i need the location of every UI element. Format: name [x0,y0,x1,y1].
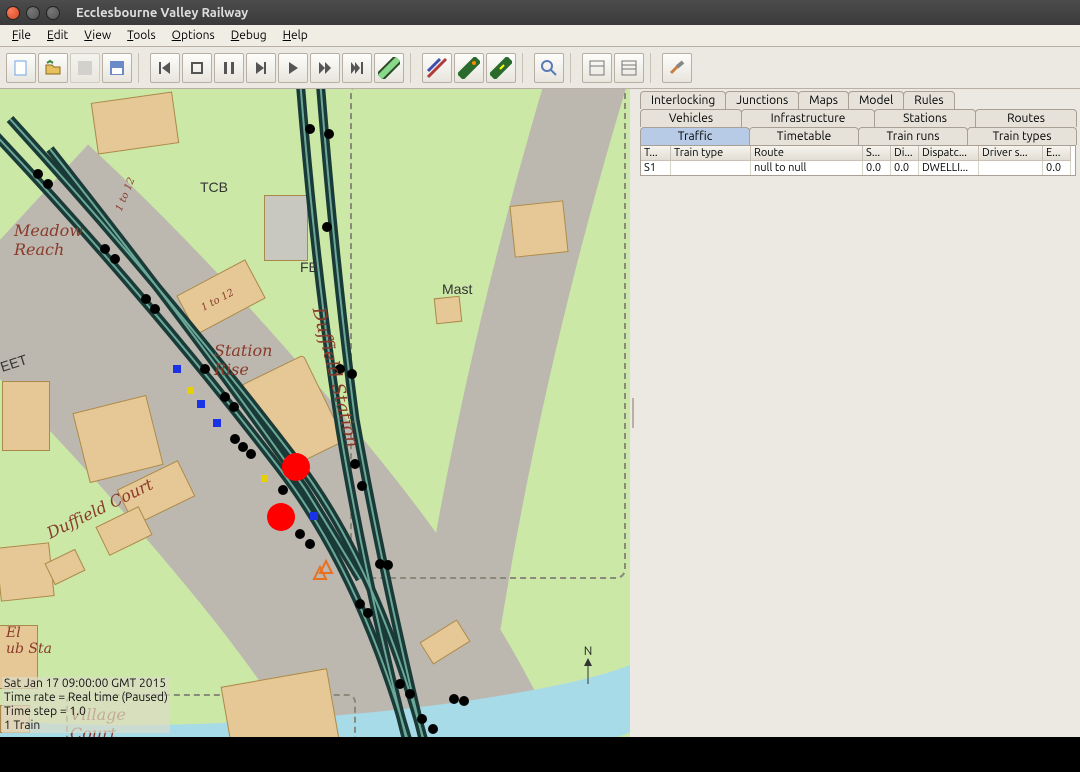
label-station-rise: Station Rise [214,341,272,379]
tab-rules[interactable]: Rules [903,91,954,109]
status-time: Sat Jan 17 09:00:00 GMT 2015 [4,677,168,691]
tab-row-2: Vehicles Infrastructure Stations Routes [636,109,1080,127]
close-icon[interactable] [6,6,20,20]
save-as-button[interactable] [102,53,132,83]
status-step: Time step = 1.0 [4,705,168,719]
bottom-bar [0,737,1080,772]
menu-debug[interactable]: Debug [223,27,275,44]
cell-e: 0.0 [1043,161,1071,175]
table-row[interactable]: S1 null to null 0.0 0.0 DWELLI... 0.0 [641,161,1075,175]
menubar: File Edit View Tools Options Debug Help [0,25,1080,47]
tab-row-1: Interlocking Junctions Maps Model Rules [636,91,1080,109]
tab-stations[interactable]: Stations [874,109,976,127]
panel-button-1[interactable] [582,53,612,83]
menu-edit[interactable]: Edit [39,27,76,44]
track-tool-2[interactable] [422,53,452,83]
tab-junctions[interactable]: Junctions [725,91,799,109]
label-el-sub: El ub Sta [6,625,52,657]
label-mast: Mast [442,281,472,297]
menu-options[interactable]: Options [164,27,223,44]
skip-start-button[interactable] [150,53,180,83]
cell-s: 0.0 [863,161,891,175]
compass: N [582,645,594,689]
tab-vehicles[interactable]: Vehicles [640,109,742,127]
tab-train-runs[interactable]: Train runs [858,127,968,145]
label-meadow-reach: Meadow Reach [14,221,83,259]
track-layer [0,89,630,737]
status-trains: 1 Train [4,719,168,733]
menu-tools[interactable]: Tools [119,27,164,44]
fast-forward-button[interactable] [310,53,340,83]
panel-button-2[interactable] [614,53,644,83]
open-button[interactable] [38,53,68,83]
tab-traffic[interactable]: Traffic [640,127,750,145]
tab-infrastructure[interactable]: Infrastructure [741,109,875,127]
tab-train-types[interactable]: Train types [967,127,1077,145]
titlebar: Ecclesbourne Valley Railway [0,0,1080,25]
tab-routes[interactable]: Routes [975,109,1077,127]
step-button[interactable] [246,53,276,83]
cell-di: 0.0 [891,161,919,175]
col-dispatch[interactable]: Dispatc... [919,146,979,161]
pause-button[interactable] [214,53,244,83]
side-panel: Interlocking Junctions Maps Model Rules … [636,89,1080,737]
status-rate: Time rate = Real time (Paused) [4,691,168,705]
window-title: Ecclesbourne Valley Railway [76,6,248,20]
settings-button[interactable] [662,53,692,83]
cell-route: null to null [751,161,863,175]
track-tool-4[interactable] [486,53,516,83]
traffic-table[interactable]: T... Train type Route S... Di... Dispatc… [640,145,1076,176]
cell-id: S1 [641,161,671,175]
tab-model[interactable]: Model [848,91,904,109]
menu-view[interactable]: View [76,27,119,44]
col-di[interactable]: Di... [891,146,919,161]
cell-dispatch: DWELLI... [919,161,979,175]
sim-status-overlay: Sat Jan 17 09:00:00 GMT 2015 Time rate =… [2,677,170,733]
skip-end-button[interactable] [342,53,372,83]
main-area: Meadow Reach Station Rise Duffield Stati… [0,89,1080,737]
tab-timetable[interactable]: Timetable [749,127,859,145]
cell-train-type [671,161,751,175]
new-button[interactable] [6,53,36,83]
col-s[interactable]: S... [863,146,891,161]
col-driver[interactable]: Driver s... [979,146,1043,161]
map-view[interactable]: Meadow Reach Station Rise Duffield Stati… [0,89,630,737]
tab-row-3: Traffic Timetable Train runs Train types [636,127,1080,145]
track-tool-1[interactable] [374,53,404,83]
col-train-type[interactable]: Train type [671,146,751,161]
track-tool-3[interactable] [454,53,484,83]
zoom-button[interactable] [534,53,564,83]
maximize-icon[interactable] [46,6,60,20]
label-tcb: TCB [200,179,228,195]
save-button[interactable] [70,53,100,83]
play-button[interactable] [278,53,308,83]
label-fb: FB [300,259,318,275]
tab-maps[interactable]: Maps [798,91,849,109]
table-header: T... Train type Route S... Di... Dispatc… [641,146,1075,161]
col-e[interactable]: E... [1043,146,1071,161]
cell-driver [979,161,1043,175]
menu-file[interactable]: File [4,27,39,44]
minimize-icon[interactable] [26,6,40,20]
stop-button[interactable] [182,53,212,83]
menu-help[interactable]: Help [275,27,316,44]
col-route[interactable]: Route [751,146,863,161]
tab-interlocking[interactable]: Interlocking [640,91,726,109]
col-t[interactable]: T... [641,146,671,161]
toolbar [0,47,1080,89]
